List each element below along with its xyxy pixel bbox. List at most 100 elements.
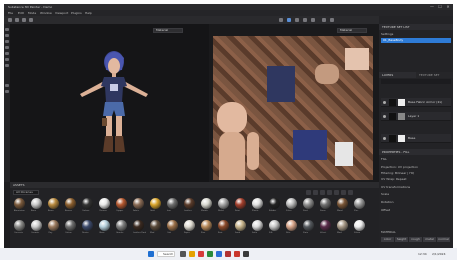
material-thumbnail[interactable] — [269, 198, 280, 209]
material-thumbnail[interactable] — [184, 220, 195, 231]
bake-icon[interactable] — [5, 90, 9, 93]
material-thumbnail[interactable] — [218, 198, 229, 209]
shelf-search-input[interactable]: All libraries — [13, 190, 39, 195]
projection-icon[interactable] — [5, 40, 9, 43]
material-thumbnail[interactable] — [354, 198, 365, 209]
material-thumbnail[interactable] — [48, 198, 59, 209]
material-thumbnail[interactable] — [354, 220, 365, 231]
material-thumbnail[interactable] — [235, 220, 246, 231]
filter-button[interactable] — [334, 190, 339, 195]
geometry-mask-icon[interactable] — [5, 84, 9, 87]
material-thumbnail[interactable] — [320, 220, 331, 231]
layout-3d-icon[interactable] — [303, 18, 307, 22]
material-thumbnail[interactable] — [99, 220, 110, 231]
material-thumbnail[interactable] — [167, 198, 178, 209]
material-thumbnail[interactable] — [116, 220, 127, 231]
material-thumbnail[interactable] — [320, 198, 331, 209]
settings-icon[interactable] — [330, 18, 334, 22]
material-thumbnail[interactable] — [337, 198, 348, 209]
channel-metal-button[interactable]: metal — [423, 237, 436, 242]
start-icon[interactable] — [148, 251, 154, 257]
app-icon[interactable] — [198, 251, 204, 257]
material-thumbnail[interactable] — [116, 198, 127, 209]
material-thumbnail[interactable] — [201, 198, 212, 209]
material-thumbnail[interactable] — [286, 198, 297, 209]
viewport-2d-channel-dropdown[interactable]: Material — [337, 28, 367, 33]
material-thumbnail[interactable] — [201, 220, 212, 231]
channel-height-button[interactable]: height — [395, 237, 408, 242]
material-thumbnail[interactable] — [133, 198, 144, 209]
prop-projection[interactable]: Projection: UV projection — [381, 165, 451, 170]
material-thumbnail[interactable] — [82, 198, 93, 209]
painter-taskbar-icon[interactable] — [234, 251, 240, 257]
tab-layers[interactable]: LAYERS — [379, 72, 416, 78]
visibility-icon[interactable] — [383, 115, 386, 118]
layer-row[interactable]: Base — [381, 134, 451, 143]
smudge-icon[interactable] — [5, 52, 9, 55]
file-explorer-icon[interactable] — [189, 251, 195, 257]
prop-uv-wrap[interactable]: UV Wrap: Repeat — [381, 177, 451, 182]
filter-button[interactable] — [348, 190, 353, 195]
tab-texture-set-settings[interactable]: TEXTURE SET SETTINGS — [416, 72, 453, 83]
paint-tool-icon[interactable] — [8, 18, 12, 22]
material-thumbnail[interactable] — [303, 198, 314, 209]
material-thumbnail[interactable] — [167, 220, 178, 231]
layout-2d-icon[interactable] — [311, 18, 315, 22]
material-thumbnail[interactable] — [252, 198, 263, 209]
channel-normal-button[interactable]: normal — [437, 237, 450, 242]
channel-color-button[interactable]: color — [381, 237, 394, 242]
layer-row[interactable]: Base Fabric Armor (2x) — [381, 98, 451, 107]
browser-icon[interactable] — [216, 251, 222, 257]
layout-2d3d-icon[interactable] — [295, 18, 299, 22]
filter-button[interactable] — [320, 190, 325, 195]
brush-icon[interactable] — [5, 28, 9, 31]
prop-filtering[interactable]: Filtering: Bilinear | HQ — [381, 171, 451, 176]
material-thumbnail[interactable] — [218, 220, 229, 231]
prop-rotation[interactable]: Rotation — [381, 200, 451, 205]
material-thumbnail[interactable] — [269, 220, 280, 231]
material-thumbnail[interactable] — [31, 198, 42, 209]
material-thumbnail[interactable] — [235, 198, 246, 209]
filter-button[interactable] — [313, 190, 318, 195]
material-thumbnail[interactable] — [31, 220, 42, 231]
app-icon[interactable] — [207, 251, 213, 257]
polygon-fill-icon[interactable] — [5, 46, 9, 49]
3d-viewport[interactable]: Material — [10, 24, 209, 182]
app-icon[interactable] — [225, 251, 231, 257]
filter-button[interactable] — [327, 190, 332, 195]
clone-icon[interactable] — [5, 58, 9, 61]
material-thumbnail[interactable] — [65, 220, 76, 231]
material-thumbnail[interactable] — [303, 220, 314, 231]
eraser-icon[interactable] — [5, 34, 9, 37]
task-view-icon[interactable] — [180, 251, 186, 257]
visibility-icon[interactable] — [383, 101, 386, 104]
material-thumbnail[interactable] — [65, 198, 76, 209]
camera-icon[interactable] — [279, 18, 283, 22]
material-thumbnail[interactable] — [82, 220, 93, 231]
material-thumbnail[interactable] — [286, 220, 297, 231]
screenshot-icon[interactable] — [322, 18, 326, 22]
texture-set-item[interactable]: 01_BaseBody — [381, 38, 451, 43]
color-picker-icon[interactable] — [5, 64, 9, 67]
eraser-tool-icon[interactable] — [15, 18, 19, 22]
material-thumbnail[interactable] — [99, 198, 110, 209]
prop-offset[interactable]: Offset — [381, 208, 451, 213]
material-thumbnail[interactable] — [337, 220, 348, 231]
clock[interactable]: 12:34 — [418, 248, 427, 260]
filter-button[interactable] — [341, 190, 346, 195]
layer-row[interactable]: Layer 1 — [381, 112, 451, 121]
material-thumbnail[interactable] — [252, 220, 263, 231]
app-icon[interactable] — [243, 251, 249, 257]
prop-scale[interactable]: Scale — [381, 192, 451, 197]
material-thumbnail[interactable] — [48, 220, 59, 231]
channel-rough-button[interactable]: rough — [409, 237, 422, 242]
material-thumbnail[interactable] — [150, 220, 161, 231]
material-thumbnail[interactable] — [133, 220, 144, 231]
material-thumbnail[interactable] — [184, 198, 195, 209]
material-thumbnail[interactable] — [14, 220, 25, 231]
fill-tool-icon[interactable] — [29, 18, 33, 22]
render-icon[interactable] — [287, 18, 291, 22]
2d-viewport[interactable]: Material — [209, 24, 379, 182]
visibility-icon[interactable] — [383, 137, 386, 140]
projection-tool-icon[interactable] — [22, 18, 26, 22]
